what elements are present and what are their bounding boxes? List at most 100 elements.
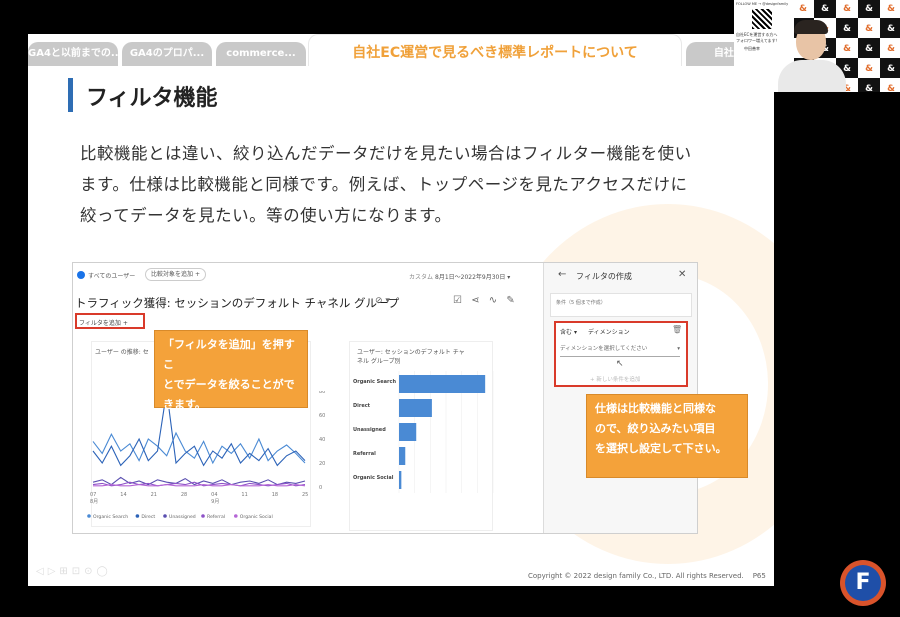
share-icon[interactable]: ⋖ bbox=[471, 295, 479, 306]
slide-toolbar-icons[interactable]: ◁▷⊞⊡⊙◯ bbox=[36, 566, 112, 577]
legend-dot bbox=[163, 514, 167, 518]
checker-tile: & bbox=[880, 18, 900, 40]
tab-commerce[interactable]: commerce... bbox=[216, 42, 306, 66]
legend-dot bbox=[234, 514, 238, 518]
legend-label: Referral bbox=[207, 514, 225, 520]
line-series-organic-social bbox=[93, 484, 306, 487]
bar-unassigned bbox=[399, 423, 417, 441]
insights-icon[interactable]: ∿ bbox=[489, 295, 497, 306]
bar-category-label: Organic Search bbox=[353, 379, 396, 385]
presenter-hair bbox=[794, 20, 828, 34]
all-users-chip[interactable]: すべてのユーザー bbox=[88, 271, 135, 280]
checker-tile: & bbox=[858, 0, 880, 20]
report-title: トラフィック獲得: セッションのデフォルト チャネル グループ bbox=[75, 296, 400, 310]
tab-standard-report[interactable]: 自社EC運営で見るべき標準レポートについて bbox=[308, 34, 682, 66]
include-label: 含む bbox=[560, 329, 573, 336]
legend-dot bbox=[135, 514, 140, 518]
bar-chart-title-2: ネル グループ別 bbox=[357, 358, 401, 365]
custom-label: カスタム bbox=[409, 274, 434, 281]
chevron-down-icon: ▾ bbox=[507, 274, 511, 281]
cursor-icon: ↖ bbox=[616, 359, 624, 369]
title-accent-bar bbox=[68, 78, 73, 112]
bar-category-label: Unassigned bbox=[353, 427, 386, 433]
slide-title: フィルタ機能 bbox=[86, 86, 218, 111]
chevron-down-icon: ▾ bbox=[573, 329, 577, 336]
callout-line: 「フィルタを追加」を押すこ bbox=[163, 338, 295, 371]
add-compare-button[interactable]: 比較対象を追加 + bbox=[145, 268, 206, 281]
bar-referral bbox=[399, 447, 406, 465]
legend-dot bbox=[201, 514, 205, 518]
bar-chart-title-1: ユーザー: セッションのデフォルト チャ bbox=[357, 349, 465, 356]
x-tick-label: 11 bbox=[241, 492, 247, 498]
slide-tab-bar: GA4と以前までの... GA4のプロパ... commerce... 自社EC… bbox=[28, 34, 774, 66]
back-arrow-icon[interactable]: ← bbox=[558, 269, 566, 280]
legend-label: Organic Search bbox=[93, 514, 128, 520]
plus-icon: + bbox=[194, 271, 200, 278]
presenter-name: 中田善幸 bbox=[744, 46, 760, 51]
x-tick-label: 18 bbox=[272, 492, 278, 498]
checker-tile: & bbox=[836, 0, 858, 20]
pencil-icon[interactable]: ✎ bbox=[506, 295, 514, 306]
slide-footer: Copyright © 2022 design family Co., LTD.… bbox=[528, 572, 766, 580]
date-range-text: 8月1日～2022年9月30日 bbox=[435, 274, 506, 281]
x-tick-label: 21 bbox=[151, 492, 157, 498]
check-status-icon[interactable]: ⊘ ▾ bbox=[375, 296, 390, 306]
x-tick-label: 04 bbox=[211, 492, 217, 498]
webcam-overlay: &&&&&&&&&&&&&&&&&&&&&&&&&&&&&&&&&&&&&&&&… bbox=[734, 0, 900, 92]
checker-tile: & bbox=[792, 0, 814, 20]
page-number: P65 bbox=[752, 572, 766, 580]
add-condition-button[interactable]: + 新しい条件を追加 bbox=[590, 375, 640, 383]
qr-code-icon bbox=[752, 9, 772, 29]
checker-tile: & bbox=[880, 78, 900, 92]
report-tool-icons: ☑ ⋖ ∿ ✎ bbox=[453, 295, 515, 306]
dimension-placeholder: ディメンションを選択してください bbox=[560, 346, 648, 352]
trash-icon[interactable]: 🗑 bbox=[672, 325, 682, 334]
channel-bar-chart: Organic Search Direct Unassigned Referral Or… bbox=[353, 371, 494, 493]
y-tick-label: 0 bbox=[319, 485, 322, 491]
add-compare-label: 比較対象を追加 bbox=[151, 271, 194, 278]
y-tick-label: 20 bbox=[319, 461, 325, 467]
checker-tile: & bbox=[858, 38, 880, 60]
brand-logo-icon: F bbox=[840, 560, 886, 606]
bar-category-label: Direct bbox=[353, 403, 371, 409]
checker-tile: & bbox=[814, 0, 836, 20]
slide-body-text: 比較機能とは違い、絞り込んだデータだけを見たい場合はフィルター機能を使い ます。… bbox=[80, 138, 720, 231]
callout-filter-settings: 仕様は比較機能と同様な ので、絞り込みたい項目 を選択し設定して下さい。 bbox=[586, 394, 748, 478]
edit-report-icon[interactable]: ☑ bbox=[453, 295, 462, 306]
x-tick-label: 28 bbox=[181, 492, 187, 498]
x-tick-label: 14 bbox=[120, 492, 126, 498]
bar-direct bbox=[399, 399, 432, 417]
dimension-label: ディメンション bbox=[588, 329, 630, 336]
y-tick-label: 40 bbox=[319, 437, 325, 443]
legend-dot bbox=[87, 514, 91, 518]
tab-ga4-comparison[interactable]: GA4と以前までの... bbox=[28, 42, 118, 66]
close-icon[interactable]: ✕ bbox=[678, 269, 686, 280]
date-range-selector[interactable]: 8月1日～2022年9月30日 ▾ bbox=[435, 272, 510, 281]
video-stage: GA4と以前までの... GA4のプロパ... commerce... 自社EC… bbox=[0, 0, 900, 617]
callout-line: を選択し設定して下さい。 bbox=[595, 442, 727, 455]
checker-tile: & bbox=[858, 78, 880, 92]
line-chart-title: ユーザー の推移: セ bbox=[95, 349, 149, 356]
x-tick-label: 07 bbox=[90, 492, 96, 498]
bar-organic-social bbox=[399, 471, 402, 489]
tab-ga4-property[interactable]: GA4のプロパ... bbox=[122, 42, 212, 66]
body-line: 絞ってデータを見たい。等の使い方になります。 bbox=[80, 206, 452, 225]
add-filter-highlight bbox=[75, 313, 145, 329]
copyright-text: Copyright © 2022 design family Co., LTD.… bbox=[528, 572, 744, 580]
legend-label: Organic Social bbox=[240, 514, 273, 520]
legend-label: Direct bbox=[141, 514, 155, 520]
checker-tile: & bbox=[858, 58, 880, 80]
bar-category-label: Referral bbox=[353, 451, 376, 457]
callout-line: 仕様は比較機能と同様な bbox=[595, 402, 716, 415]
ga4-report-area: すべてのユーザー 比較対象を追加 + カスタム 8月1日～2022年9月30日 … bbox=[73, 263, 543, 533]
bar-category-label: Organic Social bbox=[353, 475, 394, 481]
legend-label: Unassigned bbox=[169, 514, 196, 520]
condition-label: 条件（5 個まで作成） bbox=[556, 300, 606, 306]
webcam-header: FOLLOW ME → @designfamily bbox=[736, 2, 789, 6]
include-selector[interactable]: 含む ▾ bbox=[560, 327, 577, 336]
presenter-video bbox=[774, 20, 852, 92]
checker-tile: & bbox=[858, 18, 880, 40]
dimension-select[interactable]: ディメンションを選択してください ▾ bbox=[560, 343, 680, 357]
y-tick-label: 80 bbox=[319, 391, 325, 395]
user-segment-icon bbox=[77, 271, 85, 279]
